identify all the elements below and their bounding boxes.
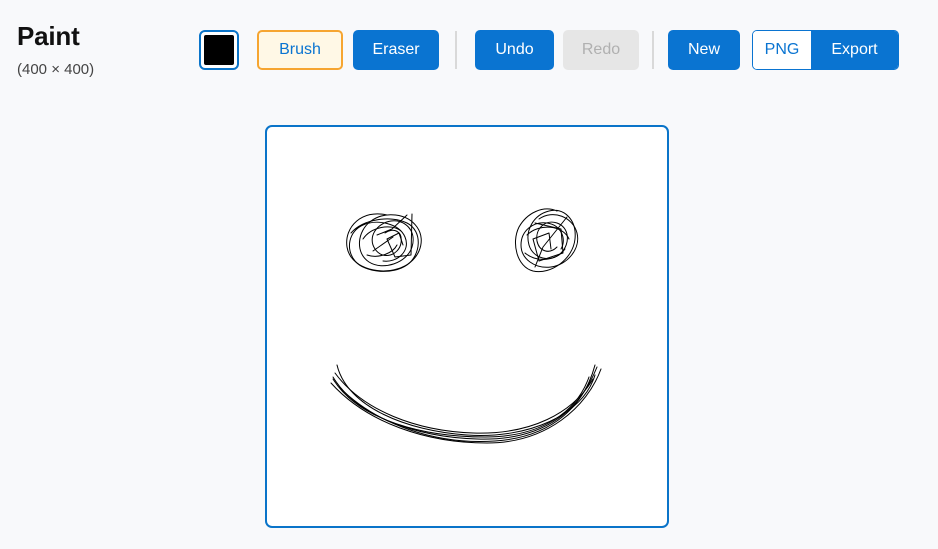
export-control: PNG Export bbox=[752, 30, 899, 70]
undo-button[interactable]: Undo bbox=[475, 30, 554, 70]
left-eye-stroke bbox=[346, 213, 422, 272]
toolbar-divider bbox=[652, 31, 654, 69]
redo-button[interactable]: Redo bbox=[563, 30, 639, 70]
color-swatch-button[interactable] bbox=[199, 30, 239, 70]
toolbar-divider bbox=[455, 31, 457, 69]
app-title: Paint bbox=[17, 21, 80, 51]
canvas-dimensions: (400 × 400) bbox=[17, 61, 95, 78]
export-button[interactable]: Export bbox=[811, 31, 898, 69]
brush-tool-button[interactable]: Brush bbox=[257, 30, 343, 70]
right-eye-stroke bbox=[515, 208, 579, 273]
canvas-drawing bbox=[330, 208, 602, 444]
smile-stroke bbox=[330, 364, 602, 444]
color-swatch-fill bbox=[204, 35, 234, 65]
eraser-tool-button[interactable]: Eraser bbox=[353, 30, 439, 70]
format-select[interactable]: PNG bbox=[753, 31, 811, 69]
new-canvas-button[interactable]: New bbox=[668, 30, 740, 70]
drawing-canvas[interactable] bbox=[265, 125, 669, 528]
